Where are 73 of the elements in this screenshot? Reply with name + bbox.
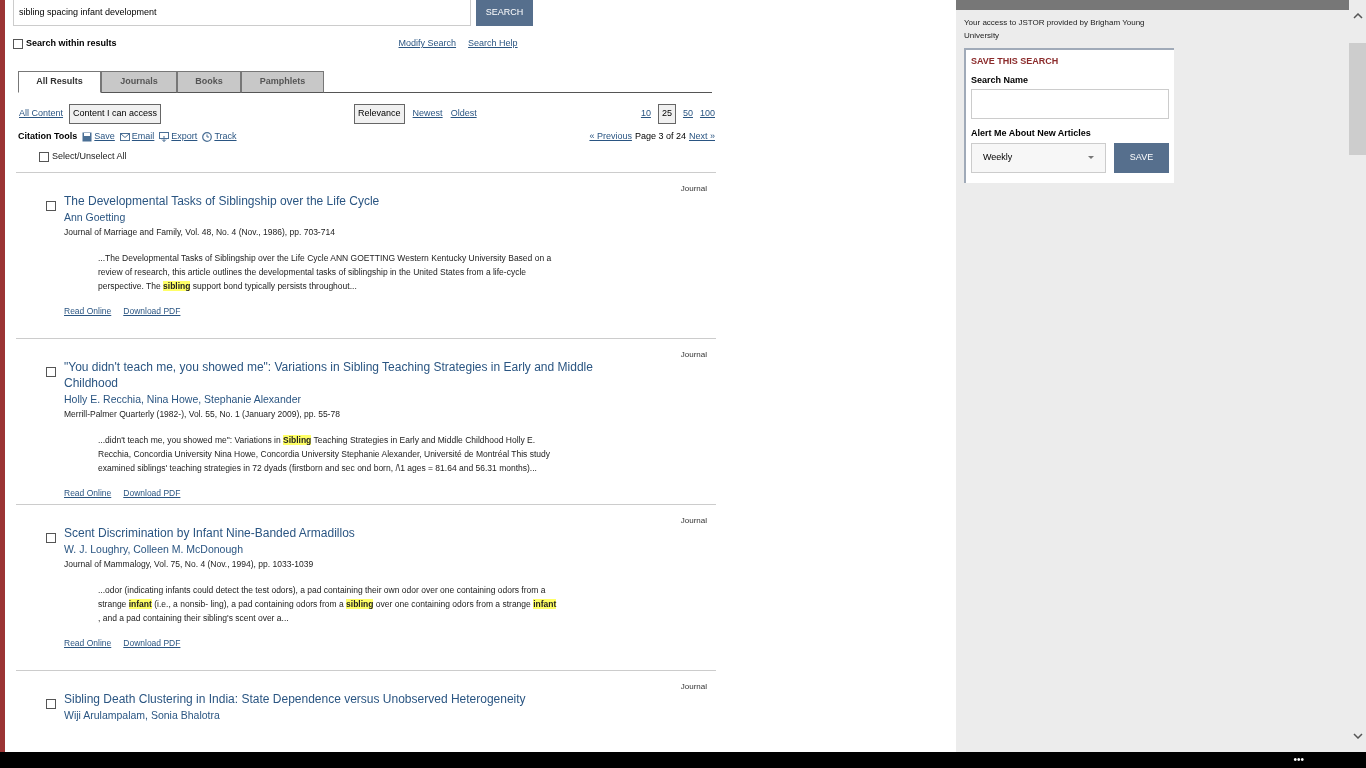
content-filter[interactable]: Content I can access (69, 104, 162, 124)
citation-tool-link[interactable]: Email (131, 130, 155, 144)
checkbox[interactable] (46, 200, 56, 211)
next-link[interactable]: Next » (689, 130, 715, 144)
search-button[interactable]: SEARCH (476, 0, 533, 26)
author-link[interactable]: Holly E. Recchia, Nina Howe, Stephanie Alexander (64, 390, 604, 407)
previous-link[interactable]: « Previous (589, 130, 632, 144)
checkbox[interactable] (39, 151, 49, 162)
sort-option[interactable]: Relevance (354, 104, 405, 124)
result-title-link[interactable]: Sibling Death Clustering in India: State Dependence versus Unobserved Heterogeneity (64, 690, 604, 707)
export-icon (159, 132, 170, 142)
result-title-link[interactable]: Scent Discrimination by Infant Nine-Banded Armadillos (64, 524, 604, 541)
author-link[interactable]: Wiji Arulampalam, Sonia Bhalotra (64, 706, 604, 723)
result-link[interactable]: Read Online (64, 304, 112, 318)
content-type-label: Journal (680, 182, 707, 195)
checkbox[interactable] (13, 39, 23, 49)
scroll-up-icon[interactable] (1352, 13, 1363, 19)
author-link[interactable]: W. J. Loughry, Colleen M. McDonough (64, 540, 604, 557)
checkbox[interactable] (46, 532, 56, 543)
access-note: Your access to JSTOR provided by Brigham Young University (964, 17, 1146, 42)
content-type-label: Journal (680, 348, 707, 361)
result-link[interactable]: Read Online (64, 636, 112, 650)
citation-tool-link[interactable]: Track (214, 130, 237, 144)
field-label: Search Name (971, 73, 1030, 87)
citation-tools-label: Citation Tools (18, 130, 78, 144)
select-all-label: Select/Unselect All (52, 150, 127, 163)
result-title-link[interactable]: The Developmental Tasks of Siblingship over the Life Cycle (64, 192, 604, 209)
page-status: Page 3 of 24 (634, 130, 686, 144)
author-link[interactable]: Ann Goetting (64, 208, 604, 225)
snippet-text: ...The Developmental Tasks of Siblingship over the Life Cycle ANN GOETTING Western Kentucky University Based on a review of research, this article outlines the developmental tasks of siblingship in the United States from a life-cycle perspective. The sibling support bond typically persists throughout... (98, 251, 553, 293)
checkbox[interactable] (46, 698, 56, 709)
search-field[interactable]: sibling spacing infant development (13, 0, 471, 26)
scrollbar[interactable] (1349, 0, 1366, 752)
tab[interactable]: Books (177, 71, 241, 93)
scroll-down-icon[interactable] (1352, 733, 1363, 739)
checkbox[interactable] (46, 366, 56, 377)
tab[interactable]: Pamphlets (241, 71, 324, 93)
tab[interactable]: Journals (101, 71, 177, 93)
caret-icon (1088, 156, 1094, 159)
citation-text: Merrill-Palmer Quarterly (1982-), Vol. 55, No. 1 (January 2009), pp. 55-78 (64, 407, 341, 421)
page-size-option[interactable]: 50 (682, 107, 693, 121)
content-type-label: Journal (680, 680, 707, 693)
content-filter[interactable]: All Content (19, 107, 64, 121)
search-within-label: Search within results (26, 37, 117, 51)
search-link[interactable]: Modify Search (398, 37, 457, 51)
citation-tool-link[interactable]: Save (94, 130, 115, 144)
clock-icon (202, 132, 213, 142)
more-button[interactable]: ••• (1293, 755, 1304, 765)
save-icon (82, 132, 93, 142)
result-link[interactable]: Download PDF (123, 304, 181, 318)
page-size-option[interactable]: 10 (640, 107, 651, 121)
save-button[interactable]: SAVE (1114, 142, 1169, 173)
result-link[interactable]: Read Online (64, 486, 112, 500)
envelope-icon (119, 133, 130, 141)
search-link[interactable]: Search Help (468, 37, 518, 51)
citation-text: Journal of Marriage and Family, Vol. 48, No. 4 (Nov., 1986), pp. 703-714 (64, 225, 336, 239)
sort-option[interactable]: Oldest (450, 107, 477, 121)
citation-text: Journal of Mammalogy, Vol. 75, No. 4 (Nov., 1994), pp. 1033-1039 (64, 557, 315, 571)
tab[interactable]: All Results (18, 71, 101, 93)
result-title-link[interactable]: "You didn't teach me, you showed me": Variations in Sibling Teaching Strategies in Early and Middle Childhood (64, 358, 604, 391)
panel-heading: SAVE THIS SEARCH (971, 55, 1060, 68)
citation-tool-link[interactable]: Export (171, 130, 198, 144)
sort-option[interactable]: Newest (412, 107, 443, 121)
page-size-option[interactable]: 25 (657, 104, 676, 124)
content-type-label: Journal (680, 514, 707, 527)
search-name-field[interactable] (971, 89, 1169, 119)
snippet-text: ...didn't teach me, you showed me": Variations in Sibling Teaching Strategies in Early and Middle Childhood Holly E. Recchia, Concordia University Nina Howe, Concordia University Stephanie Alexander, Université de Montréal This study examined siblings' teaching strategies in 72 dyads (firstborn and sec ond born, /\1 ages = 81.64 and 56.31 months)... (98, 433, 551, 475)
result-link[interactable]: Download PDF (123, 636, 181, 650)
scroll-thumb[interactable] (1349, 43, 1366, 155)
frequency-dropdown[interactable]: Weekly (971, 142, 1106, 173)
result-link[interactable]: Download PDF (123, 486, 181, 500)
page-size-option[interactable]: 100 (699, 107, 715, 121)
field-label: Alert Me About New Articles (971, 127, 1092, 140)
